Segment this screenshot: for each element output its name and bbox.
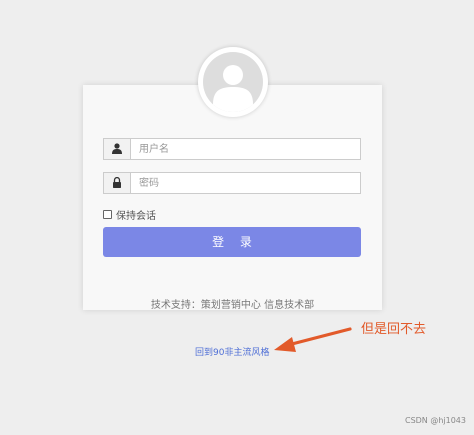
login-card	[83, 85, 382, 310]
avatar	[198, 47, 268, 117]
annotation-text: 但是回不去	[361, 322, 427, 337]
username-input[interactable]	[131, 139, 359, 159]
login-page: 保持会话 登 录 技术支持：策划营销中心 信息技术部 回到90非主流风格 但是回…	[0, 0, 474, 435]
arrow-left-icon	[274, 327, 352, 352]
support-text: 技术支持：策划营销中心 信息技术部	[150, 300, 315, 311]
password-input[interactable]	[131, 173, 359, 193]
password-field[interactable]	[103, 172, 361, 194]
watermark: CSDN @hj1043	[404, 416, 466, 425]
remember-checkbox[interactable]	[103, 209, 112, 219]
user-avatar-icon	[203, 52, 263, 112]
lock-icon	[104, 173, 131, 193]
back-to-90s-style-link[interactable]: 回到90非主流风格	[195, 345, 269, 358]
user-icon	[104, 139, 131, 159]
login-button[interactable]: 登 录	[103, 227, 361, 257]
username-field[interactable]	[103, 138, 361, 160]
remember-session[interactable]: 保持会话	[103, 207, 156, 222]
remember-label: 保持会话	[116, 210, 156, 222]
